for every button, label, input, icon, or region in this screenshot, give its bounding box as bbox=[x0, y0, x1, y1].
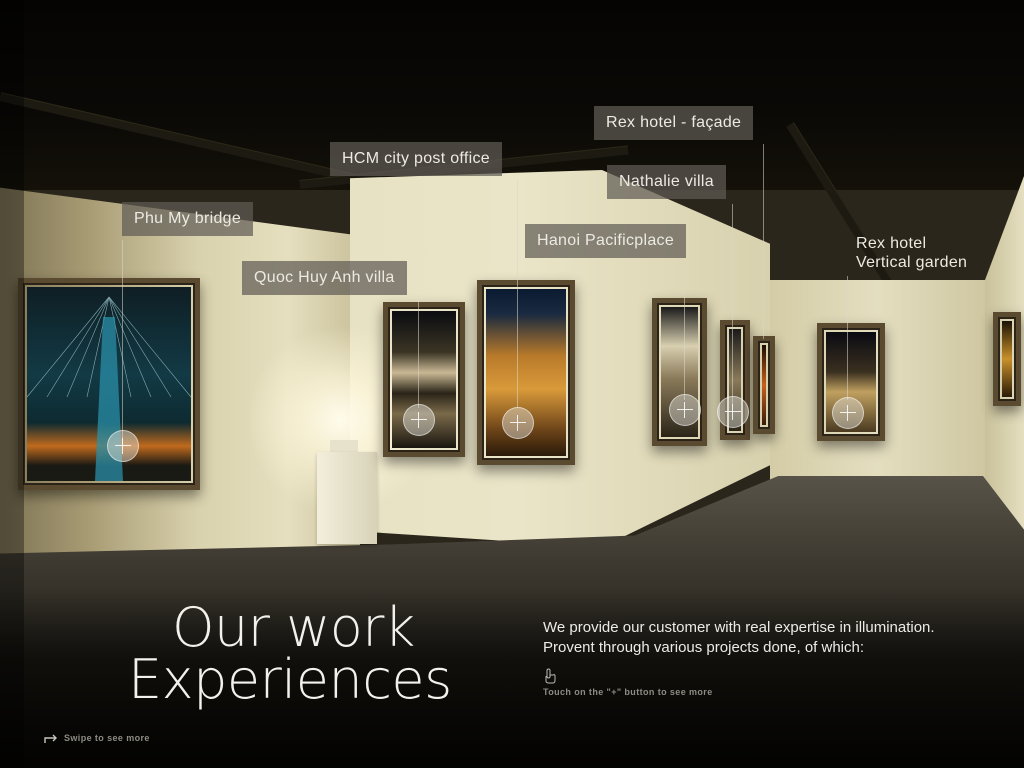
plus-icon[interactable] bbox=[717, 396, 749, 428]
project-label-quoc-huy-anh-villa[interactable]: Quoc Huy Anh villa bbox=[242, 261, 407, 295]
pedestal bbox=[317, 452, 377, 544]
swipe-hint-text: Swipe to see more bbox=[64, 733, 150, 743]
label-leader-line bbox=[732, 204, 733, 404]
artwork-frame-phu-my-bridge bbox=[18, 278, 200, 490]
label-leader-line bbox=[418, 298, 419, 408]
project-label-line2: Vertical garden bbox=[856, 254, 968, 271]
project-label-rex-hotel-facade[interactable]: Rex hotel - façade bbox=[594, 106, 754, 140]
description: We provide our customer with real expert… bbox=[543, 618, 935, 658]
artwork-frame-hcm-city-post-office bbox=[477, 280, 575, 465]
project-label-hcm-city-post-office[interactable]: HCM city post office bbox=[330, 142, 502, 176]
project-label-nathalie-villa[interactable]: Nathalie villa bbox=[607, 165, 726, 199]
label-leader-line bbox=[684, 262, 685, 400]
label-leader-line bbox=[122, 240, 123, 445]
label-leader-line bbox=[847, 276, 848, 400]
page-title: Our work Experiences bbox=[128, 596, 452, 711]
touch-hand-icon bbox=[545, 668, 556, 684]
project-label-rex-hotel-vertical-garden[interactable]: Rex hotel Vertical garden bbox=[852, 229, 971, 277]
page-title-line1: Our work bbox=[172, 596, 415, 659]
swipe-hint: Swipe to see more bbox=[44, 733, 150, 744]
touch-hint-text: Touch on the "+" button to see more bbox=[543, 687, 713, 697]
label-leader-line bbox=[763, 144, 764, 339]
description-line2: Provent through various projects done, o… bbox=[543, 639, 865, 656]
plus-icon[interactable] bbox=[832, 397, 864, 429]
artwork-frame-rex-hotel-facade bbox=[753, 336, 775, 434]
artwork-image bbox=[1002, 321, 1012, 397]
touch-hint: Touch on the "+" button to see more bbox=[543, 668, 713, 697]
project-label-line1: Rex hotel bbox=[856, 235, 927, 252]
gallery-screen: Phu My bridge Quoc Huy Anh villa HCM cit… bbox=[0, 0, 1024, 768]
plus-icon[interactable] bbox=[107, 430, 139, 462]
swipe-arrow-icon bbox=[44, 734, 57, 743]
plus-icon[interactable] bbox=[669, 394, 701, 426]
artwork-image bbox=[762, 345, 766, 425]
project-label-phu-my-bridge[interactable]: Phu My bridge bbox=[122, 202, 254, 236]
artwork-frame bbox=[993, 312, 1021, 406]
label-leader-line bbox=[517, 180, 518, 408]
plus-icon[interactable] bbox=[403, 404, 435, 436]
plus-icon[interactable] bbox=[502, 407, 534, 439]
project-label-hanoi-pacificplace[interactable]: Hanoi Pacificplace bbox=[525, 224, 687, 258]
description-line1: We provide our customer with real expert… bbox=[543, 619, 935, 636]
page-title-line2: Experiences bbox=[128, 648, 452, 711]
